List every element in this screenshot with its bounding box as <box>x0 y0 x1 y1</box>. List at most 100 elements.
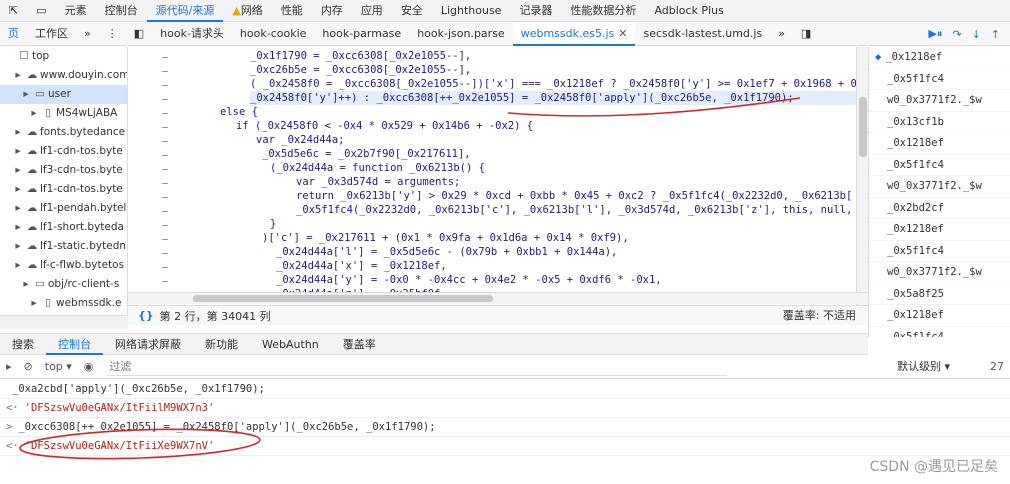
issues-count[interactable]: 27 <box>990 355 1004 379</box>
call-frame[interactable]: _0x1218ef <box>869 305 1010 327</box>
tree-item[interactable]: ▸ ☁ lf-c-flwb.bytetos <box>0 256 127 275</box>
tree-item[interactable]: ▸ ☁ lf1-pendah.bytel <box>0 199 127 218</box>
more-tabs-button[interactable]: » <box>76 22 99 46</box>
cursor-select-icon[interactable]: ⇱ <box>0 0 27 22</box>
code-editor[interactable]: _0x1f1790 = _0xcc6308[_0x2e1055--], _0xc2… <box>200 47 856 305</box>
console-filter-input[interactable] <box>107 357 728 376</box>
step-into-icon[interactable]: ↓ <box>972 28 981 41</box>
expand-arrow-icon[interactable]: ▸ <box>28 294 40 313</box>
step-out-icon[interactable]: ↑ <box>991 28 1000 41</box>
expand-arrow-icon[interactable]: ▸ <box>12 66 24 85</box>
file-tab-hook-headers[interactable]: hook-请求头 <box>152 22 232 46</box>
call-frame[interactable]: _0x2bd2cf <box>869 198 1010 219</box>
file-tab-secsdk[interactable]: secsdk-lastest.umd.js <box>635 22 770 46</box>
toggle-debugger-icon[interactable]: ◨ <box>793 22 819 46</box>
call-frame[interactable]: _0x5f1fc4 <box>869 69 1010 90</box>
expand-arrow-icon[interactable]: ▸ <box>12 199 24 218</box>
tab-workspace[interactable]: 工作区 <box>27 22 76 46</box>
expand-arrow-icon[interactable]: ▸ <box>12 161 24 180</box>
tree-item[interactable]: ▸ ▯ MS4wLjABA <box>0 104 127 123</box>
tree-item[interactable]: ▸ ☁ www.douyin.com <box>0 66 127 85</box>
code-line[interactable]: ( _0x2458f0 = _0xcc6308[_0x2e1055--])['x… <box>250 77 856 91</box>
code-line[interactable]: var _0x3d574d = arguments; <box>296 175 460 189</box>
code-line[interactable]: _0x5f1fc4(_0x2232d0, _0x6213b['c'], _0x6… <box>296 203 852 217</box>
code-line[interactable]: _0x24d44a['y'] = -0x0 * -0x4cc + 0x4e2 *… <box>276 273 662 287</box>
toggle-navigator-icon[interactable]: ◧ <box>126 22 152 46</box>
console-message[interactable]: <· 'DFSzswVu0eGANx/ItFiiXe9WX7nV' <box>0 437 1010 456</box>
drawer-tab-search[interactable]: 搜索 <box>0 334 46 355</box>
call-frame[interactable]: _0x1218ef <box>869 133 1010 155</box>
code-line[interactable]: if (_0x2458f0 < -0x4 * 0x529 + 0x14b6 + … <box>236 119 533 133</box>
call-frame[interactable]: _0x5f1fc4 <box>869 327 1010 338</box>
file-tab-hook-cookie[interactable]: hook-cookie <box>232 22 314 46</box>
call-frame[interactable]: w0_0x3771f2._$w <box>869 90 1010 112</box>
call-frame[interactable]: _0x5f1fc4 <box>869 155 1010 176</box>
code-line[interactable]: _0x5d5e6c = _0x2b7f90[_0x217611], <box>262 147 471 161</box>
scroll-thumb[interactable] <box>859 97 867 157</box>
tab-application[interactable]: 应用 <box>352 0 392 22</box>
tree-item[interactable]: ▸ ☁ lf1-static.bytedn <box>0 237 127 256</box>
expand-arrow-icon[interactable]: ▸ <box>28 104 40 123</box>
drawer-tab-console[interactable]: 控制台 <box>46 334 103 355</box>
drawer-tab-request-blocking[interactable]: 网络请求屏蔽 <box>103 334 193 355</box>
context-selector[interactable]: top ▾ <box>39 360 78 373</box>
log-levels-dropdown[interactable]: 默认级别 ▾ <box>897 355 950 379</box>
tab-sources[interactable]: 源代码/来源 <box>146 0 224 22</box>
call-frame[interactable]: ◆ _0x1218ef <box>869 47 1010 69</box>
tree-item[interactable]: ▸ ▭ obj/rc-client-s <box>0 275 127 294</box>
call-frame[interactable]: _0x5f1fc4 <box>869 241 1010 262</box>
tree-item[interactable]: ☐ top <box>0 47 127 66</box>
tab-network[interactable]: ▲网络 <box>223 0 271 22</box>
expand-arrow-icon[interactable]: ▸ <box>12 180 24 199</box>
step-over-icon[interactable]: ↷ <box>952 28 961 41</box>
tree-item[interactable]: ▸ ☁ fonts.bytedance <box>0 123 127 142</box>
sidebar-toggle-icon[interactable]: ▸ <box>0 360 18 373</box>
close-icon[interactable]: ✕ <box>618 27 627 40</box>
editor-horizontal-scrollbar[interactable] <box>128 292 868 304</box>
tree-item[interactable]: ▸ ☁ lf1-cdn-tos.byte <box>0 142 127 161</box>
tab-recorder[interactable]: 记录器 <box>510 0 561 22</box>
expand-arrow-icon[interactable]: ▸ <box>12 123 24 142</box>
code-line[interactable]: else { <box>220 105 258 119</box>
call-frame[interactable]: _0x13cf1b <box>869 112 1010 133</box>
tree-item[interactable]: ▸ ☁ lf1-cdn-tos.byte <box>0 180 127 199</box>
eye-icon[interactable]: ◉ <box>78 360 100 373</box>
device-toggle-icon[interactable]: ▭ <box>27 0 55 22</box>
expand-arrow-icon[interactable]: ▸ <box>20 85 32 104</box>
call-frame[interactable]: _0x1218ef <box>869 219 1010 241</box>
console-message[interactable]: <· 'DFSzswVu0eGANx/ItFiilM9WX7n3' <box>0 399 1010 418</box>
expand-arrow-icon[interactable]: ▸ <box>20 275 32 294</box>
tab-adblock-plus[interactable]: Adblock Plus <box>645 0 732 22</box>
editor-vertical-scrollbar[interactable] <box>856 47 868 305</box>
code-line[interactable]: _0x24d44a['x'] = _0x1218ef, <box>276 259 447 273</box>
drawer-tab-whats-new[interactable]: 新功能 <box>193 334 250 355</box>
call-frame[interactable]: w0_0x3771f2._$w <box>869 262 1010 284</box>
tab-performance[interactable]: 性能 <box>272 0 312 22</box>
tree-item[interactable]: ▸ ▯ webmssdk.e <box>0 294 127 313</box>
code-line[interactable]: } <box>270 217 276 231</box>
call-frame[interactable]: w0_0x3771f2._$w <box>869 176 1010 198</box>
drawer-tab-webauthn[interactable]: WebAuthn <box>250 334 331 355</box>
kebab-menu-icon[interactable]: ⋮ <box>99 22 126 46</box>
file-tab-hook-json-parse[interactable]: hook-json.parse <box>409 22 513 46</box>
code-line[interactable]: _0x1f1790 = _0xcc6308[_0x2e1055--], <box>250 49 471 63</box>
file-tab-webmssdk[interactable]: webmssdk.es5.js ✕ <box>512 21 636 46</box>
code-line[interactable]: _0xc26b5e = _0xcc6308[_0x2e1055--], <box>250 63 471 77</box>
code-line[interactable]: _0x2458f0['y']++) : _0xcc6308[++_0x2e105… <box>250 91 856 105</box>
code-line[interactable]: var _0x24d44a; <box>256 133 345 147</box>
tree-item[interactable]: ▸ ▭ user <box>0 85 127 104</box>
tab-elements[interactable]: 元素 <box>56 0 96 22</box>
drawer-tab-coverage[interactable]: 覆盖率 <box>331 334 388 355</box>
tab-performance-insights[interactable]: 性能数据分析 <box>561 0 645 22</box>
code-line[interactable]: _0x24d44a['l'] = _0x5d5e6c - (0x79b + 0x… <box>276 245 617 259</box>
tab-security[interactable]: 安全 <box>392 0 432 22</box>
resume-icon[interactable]: ▶⏸ <box>928 27 942 41</box>
clear-console-icon[interactable]: ⊘ <box>18 360 39 373</box>
console-message[interactable]: _0xa2cbd['apply'](_0xc26b5e, _0x1f1790); <box>0 380 1010 399</box>
scroll-thumb[interactable] <box>193 295 493 302</box>
tab-lighthouse[interactable]: Lighthouse <box>432 0 511 22</box>
expand-arrow-icon[interactable]: ▸ <box>12 218 24 237</box>
tree-item[interactable]: ▸ ☁ lf1-short.bytedа <box>0 218 127 237</box>
code-line[interactable]: )['c'] = _0x217611 + (0x1 * 0x9fa + 0x1d… <box>262 231 629 245</box>
code-line[interactable]: (_0x24d44a = function _0x6213b() { <box>270 161 485 175</box>
